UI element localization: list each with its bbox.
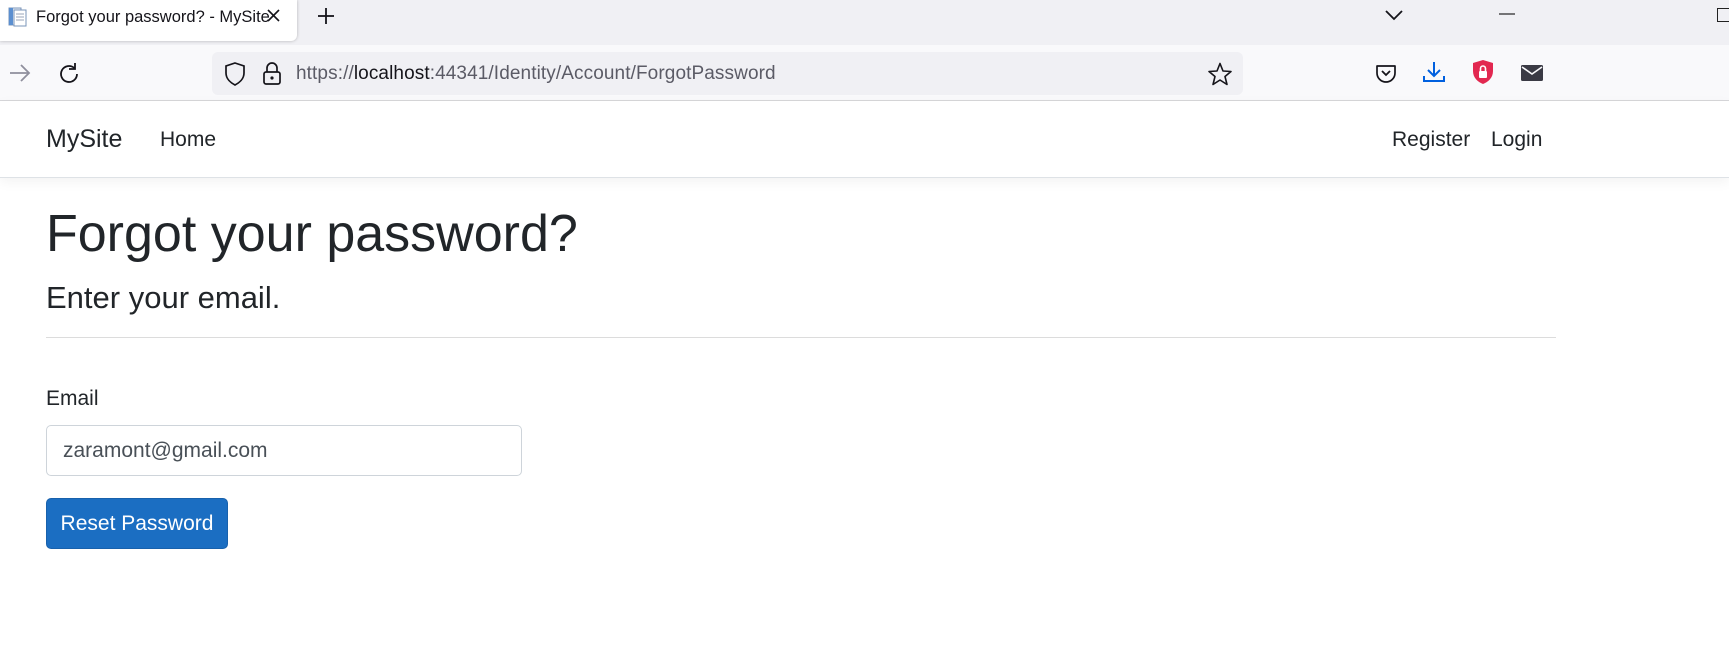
browser-tab[interactable]: Forgot your password? - MySite xyxy=(0,0,297,41)
url-scheme: https:// xyxy=(296,63,354,84)
page-icon xyxy=(8,7,27,27)
site-brand[interactable]: MySite xyxy=(46,125,122,154)
close-icon[interactable] xyxy=(264,5,284,27)
nav-link-register[interactable]: Register xyxy=(1392,128,1470,152)
star-icon[interactable] xyxy=(1207,61,1233,87)
minimize-icon[interactable] xyxy=(1499,12,1515,16)
maximize-icon[interactable] xyxy=(1717,8,1729,22)
chevron-down-icon[interactable] xyxy=(1383,6,1405,24)
mail-icon[interactable] xyxy=(1519,60,1545,86)
divider xyxy=(46,337,1556,338)
url-host: localhost xyxy=(353,63,430,84)
reset-password-button[interactable]: Reset Password xyxy=(46,498,228,549)
download-icon[interactable] xyxy=(1421,59,1447,85)
url-path: :44341/Identity/Account/ForgotPassword xyxy=(429,63,776,84)
nav-link-home[interactable]: Home xyxy=(160,128,216,152)
tab-strip: Forgot your password? - MySite xyxy=(0,0,1729,45)
pocket-icon[interactable] xyxy=(1373,61,1399,87)
email-label: Email xyxy=(46,387,99,410)
url-bar[interactable]: https://localhost:44341/Identity/Account… xyxy=(212,52,1243,95)
browser-toolbar: https://localhost:44341/Identity/Account… xyxy=(0,45,1729,101)
lock-icon[interactable] xyxy=(259,61,285,87)
site-navbar: MySite Home Register Login xyxy=(0,101,1729,178)
email-field[interactable] xyxy=(46,425,522,476)
page-subtitle: Enter your email. xyxy=(46,280,281,315)
forward-arrow-icon[interactable] xyxy=(7,60,33,86)
page-title: Forgot your password? xyxy=(46,205,578,263)
reload-icon[interactable] xyxy=(56,61,82,87)
shield-icon[interactable] xyxy=(222,61,248,87)
url-text[interactable]: https://localhost:44341/Identity/Account… xyxy=(296,63,776,85)
plus-icon[interactable] xyxy=(315,5,337,27)
tab-title: Forgot your password? - MySite xyxy=(36,8,270,26)
red-shield-lock-icon[interactable] xyxy=(1470,59,1496,85)
nav-link-login[interactable]: Login xyxy=(1491,128,1542,152)
